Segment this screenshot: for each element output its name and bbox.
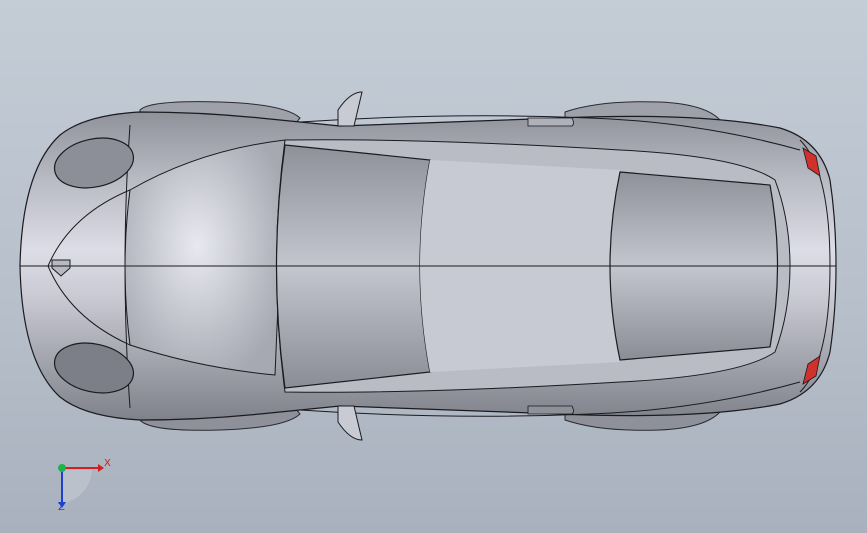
left-mirror (337, 91, 363, 127)
car-model-top-view[interactable] (0, 0, 867, 533)
y-axis-dot (58, 464, 66, 472)
graphics-viewport[interactable]: X Z (0, 0, 867, 533)
right-mirror (337, 405, 363, 441)
left-door-handle (527, 117, 574, 127)
triad-x-label: X (104, 458, 111, 469)
right-door-handle (527, 405, 574, 415)
triad-z-label: Z (58, 502, 65, 513)
